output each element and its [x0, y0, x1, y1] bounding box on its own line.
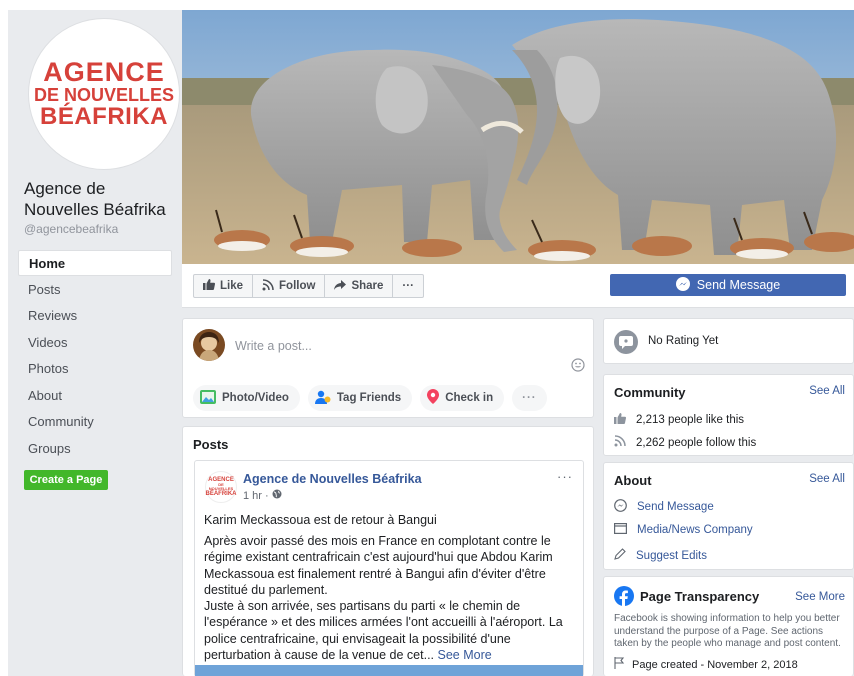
rating-speech-icon	[614, 330, 638, 354]
nav-item-groups[interactable]: Groups	[18, 436, 172, 462]
thumbs-up-icon	[203, 279, 216, 293]
messenger-icon	[675, 276, 690, 294]
about-title: About	[614, 473, 652, 488]
community-card: Community See All 2,213 people like this…	[603, 374, 854, 456]
cover-elephants-image	[182, 10, 854, 264]
category-link[interactable]: Media/News Company	[614, 523, 753, 537]
post-time-text: 1 hr ·	[243, 489, 269, 502]
nav-item-home[interactable]: Home	[18, 250, 172, 276]
post-author-link[interactable]: Agence de Nouvelles Béafrika	[243, 472, 422, 486]
globe-icon	[272, 489, 282, 502]
likes-count: 2,213 people like this	[636, 414, 745, 426]
share-button[interactable]: Share	[325, 275, 394, 297]
composer-actions: Photo/Video Tag Friends Check in ···	[193, 385, 547, 411]
about-see-all-link[interactable]: See All	[809, 473, 845, 485]
follow-label: Follow	[279, 280, 316, 292]
page-created-row: Page created - November 2, 2018	[614, 657, 798, 672]
suggest-edits-link[interactable]: Suggest Edits	[614, 548, 707, 563]
photo-video-label: Photo/Video	[222, 392, 289, 404]
profile-picture[interactable]: AGENCE DE NOUVELLES BÉAFRIKA	[28, 18, 180, 170]
about-send-message-link[interactable]: Send Message	[614, 499, 714, 515]
photo-icon	[200, 389, 216, 407]
like-button[interactable]: Like	[194, 275, 254, 297]
post-body-text: Après avoir passé des mois en France en …	[204, 534, 563, 663]
thumbs-up-icon	[614, 413, 627, 427]
logo-line-2: DE NOUVELLES	[33, 85, 175, 106]
page-handle[interactable]: @agencebeafrika	[24, 222, 118, 236]
composer-more-button[interactable]: ···	[512, 385, 547, 411]
transparency-title: Page Transparency	[640, 589, 760, 604]
more-actions-button[interactable]: ···	[393, 275, 423, 297]
category-icon	[614, 523, 628, 537]
write-post-input[interactable]: Write a post...	[235, 339, 312, 353]
cover-photo[interactable]	[182, 10, 854, 264]
post-options-button[interactable]: ···	[557, 469, 573, 484]
nav-item-about[interactable]: About	[18, 383, 172, 409]
rating-card: No Rating Yet	[603, 318, 854, 364]
post-composer: Write a post... Photo/Video Tag Friends …	[182, 318, 594, 418]
see-more-link[interactable]: See More	[438, 648, 492, 662]
post-body: Après avoir passé des mois en France en …	[204, 533, 576, 663]
page-transparency-card: Page Transparency See More Facebook is s…	[603, 576, 854, 676]
nav-item-community[interactable]: Community	[18, 409, 172, 435]
nav-item-posts[interactable]: Posts	[18, 277, 172, 303]
posts-section: Posts AGENCE DE NOUVELLES BÉAFRIKA Agenc…	[182, 426, 594, 676]
location-pin-icon	[427, 389, 440, 407]
transparency-description: Facebook is showing information to help …	[614, 613, 841, 649]
community-see-all-link[interactable]: See All	[809, 385, 845, 397]
mini-logo-line-3: BÉAFRIKA	[205, 491, 237, 497]
post-timestamp[interactable]: 1 hr ·	[243, 489, 282, 502]
page-action-bar: Like Follow Share ··· Send Message	[182, 264, 854, 308]
share-label: Share	[351, 280, 384, 292]
transparency-see-more-link[interactable]: See More	[795, 591, 845, 603]
tag-friends-label: Tag Friends	[336, 392, 402, 404]
facebook-icon	[614, 586, 634, 611]
user-avatar	[193, 329, 225, 361]
post-image-preview[interactable]	[195, 665, 583, 676]
posts-title: Posts	[193, 437, 229, 452]
emoji-icon[interactable]	[571, 358, 585, 372]
like-label: Like	[220, 280, 244, 292]
tag-friends-icon	[314, 390, 331, 407]
photo-video-button[interactable]: Photo/Video	[193, 385, 300, 411]
send-message-label: Send Message	[696, 278, 781, 292]
mini-logo-line-2: DE NOUVELLES	[208, 482, 234, 491]
share-arrow-icon	[334, 279, 347, 293]
check-in-button[interactable]: Check in	[420, 385, 505, 411]
flag-icon	[614, 657, 625, 672]
logo-line-1: AGENCE	[43, 56, 165, 87]
pencil-icon	[614, 548, 626, 563]
follow-button[interactable]: Follow	[253, 275, 326, 297]
check-in-label: Check in	[445, 392, 494, 404]
community-title: Community	[614, 385, 686, 400]
action-button-group: Like Follow Share ···	[193, 274, 424, 298]
nav-item-reviews[interactable]: Reviews	[18, 303, 172, 329]
rss-icon	[614, 435, 626, 450]
likes-row[interactable]: 2,213 people like this	[614, 413, 744, 427]
post-card: AGENCE DE NOUVELLES BÉAFRIKA Agence de N…	[194, 460, 584, 676]
page-nav: Home Posts Reviews Videos Photos About C…	[18, 250, 172, 462]
post-author-avatar[interactable]: AGENCE DE NOUVELLES BÉAFRIKA	[205, 471, 237, 503]
messenger-icon	[614, 499, 627, 515]
page-created-text: Page created - November 2, 2018	[632, 658, 798, 671]
post-headline: Karim Meckassoua est de retour à Bangui	[204, 513, 437, 527]
logo-line-3: BÉAFRIKA	[40, 102, 168, 130]
rss-icon	[262, 278, 274, 294]
rating-text: No Rating Yet	[648, 335, 719, 347]
follows-row[interactable]: 2,262 people follow this	[614, 435, 756, 450]
create-page-button[interactable]: Create a Page	[24, 470, 108, 490]
send-message-button[interactable]: Send Message	[610, 274, 846, 296]
about-card: About See All Send Message Media/News Co…	[603, 462, 854, 570]
about-send-message-label: Send Message	[637, 501, 714, 513]
suggest-edits-label: Suggest Edits	[636, 549, 707, 562]
nav-item-videos[interactable]: Videos	[18, 330, 172, 356]
tag-friends-button[interactable]: Tag Friends	[307, 385, 413, 411]
nav-item-photos[interactable]: Photos	[18, 356, 172, 382]
follows-count: 2,262 people follow this	[636, 436, 757, 449]
page-name[interactable]: Agence de Nouvelles Béafrika	[24, 178, 174, 220]
category-label: Media/News Company	[637, 524, 753, 536]
